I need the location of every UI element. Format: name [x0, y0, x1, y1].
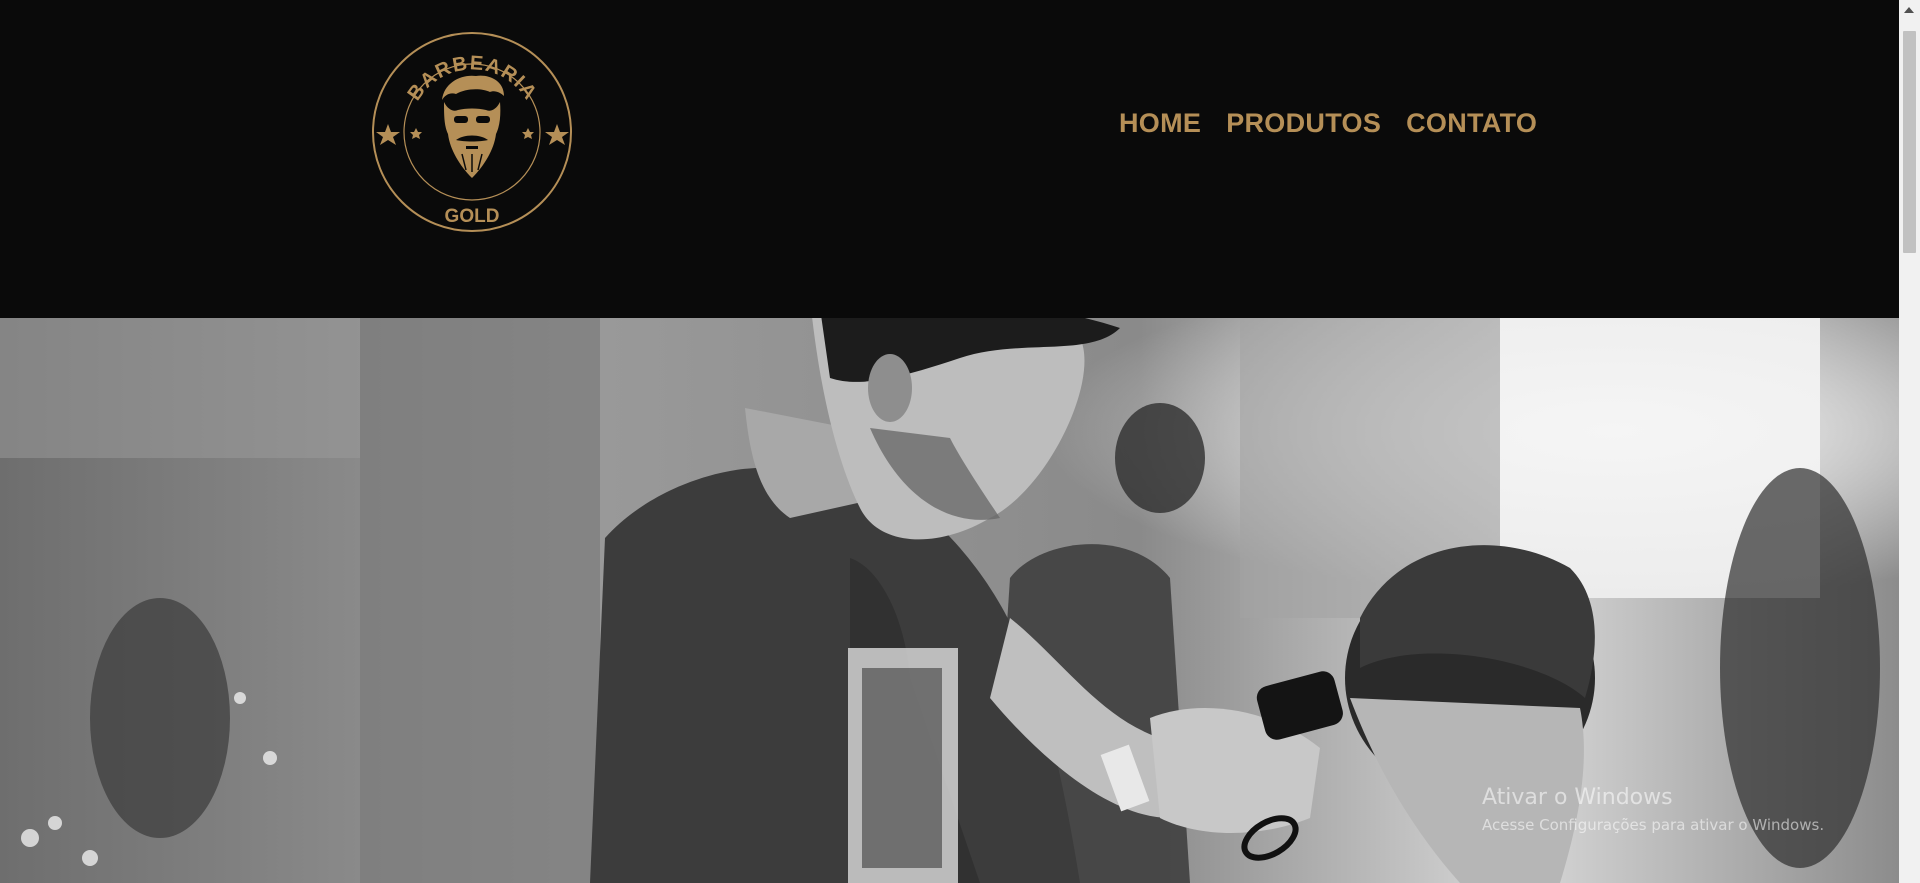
nav-home[interactable]: HOME [1119, 108, 1201, 139]
scrollbar-thumb[interactable] [1903, 31, 1916, 253]
vertical-scrollbar[interactable] [1899, 0, 1920, 883]
nav-contato[interactable]: CONTATO [1406, 108, 1537, 139]
scroll-up-arrow-icon[interactable] [1904, 7, 1914, 13]
watermark-title: Ativar o Windows [1482, 785, 1673, 810]
windows-activation-watermark: Ativar o Windows Acesse Configurações pa… [1482, 785, 1824, 834]
bearded-man-icon [442, 75, 504, 178]
watermark-subtitle: Acesse Configurações para ativar o Windo… [1482, 816, 1825, 834]
logo-bottom-text: GOLD [445, 206, 500, 227]
page: BARBEARIA GOLD HOME PRODUTOS CONTATO [0, 0, 1899, 883]
logo[interactable]: BARBEARIA GOLD [370, 30, 575, 235]
nav-produtos[interactable]: PRODUTOS [1226, 108, 1381, 139]
site-header: BARBEARIA GOLD HOME PRODUTOS CONTATO [0, 0, 1899, 318]
main-nav: HOME PRODUTOS CONTATO [1119, 108, 1537, 139]
